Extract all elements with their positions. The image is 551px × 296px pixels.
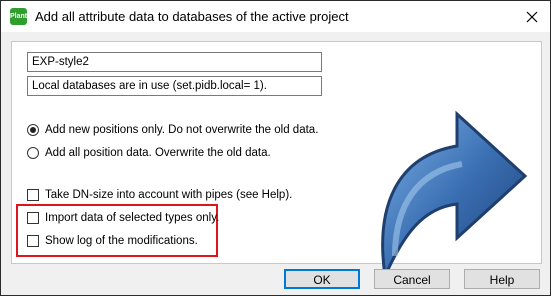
checkbox-show-log[interactable]: Show log of the modifications. [27,233,198,249]
checkbox-dn-size[interactable]: Take DN-size into account with pipes (se… [27,187,292,203]
close-icon [526,11,538,23]
database-info-field: Local databases are in use (set.pidb.loc… [27,76,322,96]
checkbox-show-log-label: Show log of the modifications. [45,235,198,247]
checkbox-import-label: Import data of selected types only. [45,212,220,224]
checkbox[interactable] [27,189,39,201]
checkbox-dn-size-label: Take DN-size into account with pipes (se… [45,189,293,201]
redo-arrow-icon [381,110,528,282]
radio-add-new-positions[interactable]: Add new positions only. Do not overwrite… [27,122,318,138]
content-panel: EXP-style2 Local databases are in use (s… [11,41,542,282]
ok-button[interactable]: OK [284,269,360,289]
help-button[interactable]: Help [464,269,540,289]
checkbox[interactable] [27,212,39,224]
title-bar: Plant Add all attribute data to database… [1,1,550,32]
checkbox-import-selected-types[interactable]: Import data of selected types only. [27,210,219,226]
checkbox[interactable] [27,235,39,247]
cancel-button[interactable]: Cancel [374,269,450,289]
radio-add-all-label: Add all position data. Overwrite the old… [45,147,271,159]
radio-button-selected[interactable] [27,124,39,136]
style-name-field[interactable]: EXP-style2 [27,52,322,72]
app-icon: Plant [10,8,27,25]
dialog-window: Plant Add all attribute data to database… [0,0,551,296]
radio-add-new-label: Add new positions only. Do not overwrite… [45,124,319,136]
close-button[interactable] [522,7,542,27]
radio-button[interactable] [27,147,39,159]
dialog-title: Add all attribute data to databases of t… [35,9,349,24]
radio-add-all-positions[interactable]: Add all position data. Overwrite the old… [27,145,271,161]
